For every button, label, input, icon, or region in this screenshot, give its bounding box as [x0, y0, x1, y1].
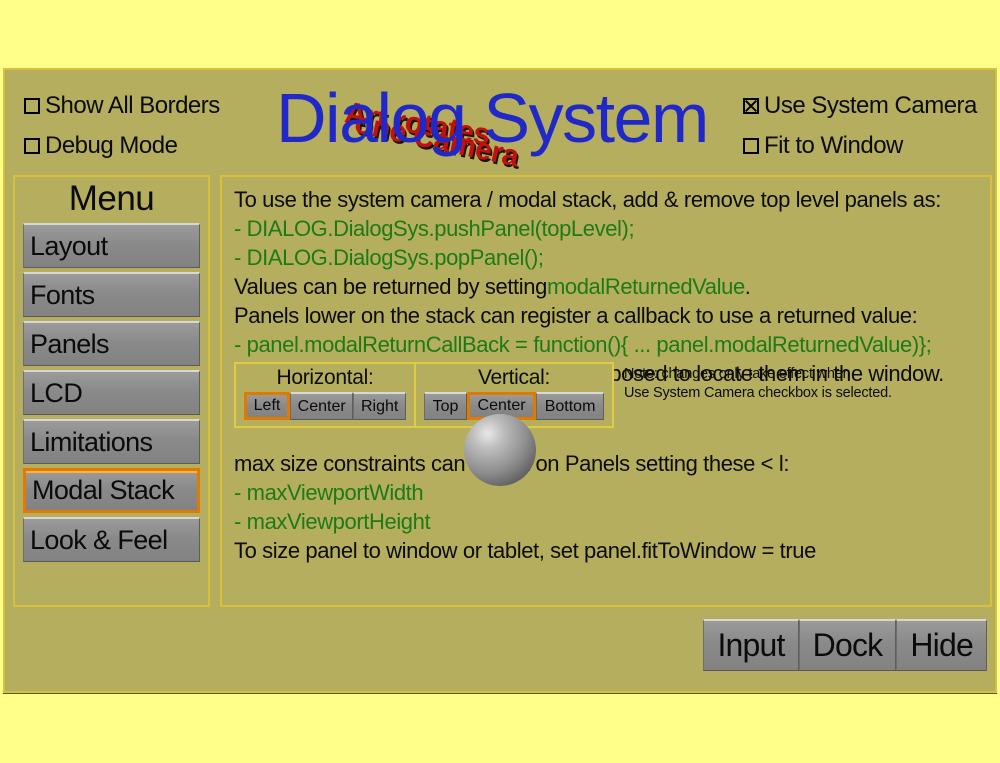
- sidebar-item-layout[interactable]: Layout: [23, 223, 200, 268]
- align-bottom-button[interactable]: Bottom: [536, 392, 604, 420]
- sidebar-item-label: Limitations: [30, 426, 153, 457]
- content-line-3: - DIALOG.DialogSys.popPanel();: [234, 245, 544, 270]
- sidebar-item-label: Modal Stack: [32, 475, 175, 505]
- checkbox-box-icon: [24, 98, 40, 114]
- checkbox-label: Debug Mode: [45, 132, 178, 159]
- vertical-alignment-options: Top Center Bottom: [424, 392, 604, 420]
- sidebar-item-fonts[interactable]: Fonts: [23, 272, 200, 317]
- sidebar-item-lcd[interactable]: LCD: [23, 370, 200, 415]
- sidebar-item-label: Fonts: [30, 279, 95, 310]
- content-line-11: To size panel to window or tablet, set p…: [234, 538, 816, 563]
- sidebar-item-list: Layout Fonts Panels LCD Limitations Moda…: [15, 223, 208, 562]
- alignment-note-line-2: Use System Camera checkbox is selected.: [624, 385, 892, 401]
- title-group: Dialog System Art rotates one Camera: [260, 78, 750, 173]
- dock-button[interactable]: Dock: [798, 619, 897, 671]
- horizontal-alignment-group: Horizontal: Left Center Right: [234, 362, 416, 428]
- content-line-9: - maxViewportWidth: [234, 480, 424, 505]
- vertical-alignment-group: Vertical: Top Center Bottom: [414, 362, 614, 428]
- checkbox-show-all-borders[interactable]: Show All Borders: [24, 92, 220, 120]
- checkbox-box-checked-icon: [743, 98, 759, 114]
- alignment-controls: Horizontal: Left Center Right Vertical: …: [234, 362, 984, 434]
- horizontal-alignment-title: Horizontal:: [276, 366, 374, 389]
- align-vcenter-button[interactable]: Center: [466, 392, 537, 420]
- alignment-note: Note: changes only take effect when Use …: [624, 365, 892, 403]
- app-root: Show All Borders Debug Mode Dialog Syste…: [0, 0, 1000, 763]
- content-panel: To use the system camera / modal stack, …: [220, 175, 992, 607]
- sidebar-item-label: Panels: [30, 328, 110, 359]
- body-area: Menu Layout Fonts Panels LCD Limitations…: [5, 175, 995, 695]
- checkbox-debug-mode[interactable]: Debug Mode: [24, 132, 178, 160]
- alignment-note-line-1: Note: changes only take effect when: [624, 366, 851, 382]
- vertical-alignment-title: Vertical:: [478, 366, 550, 389]
- sidebar-item-look-and-feel[interactable]: Look & Feel: [23, 517, 200, 562]
- sidebar-title: Menu: [68, 179, 155, 218]
- checkbox-fit-to-window[interactable]: Fit to Window: [743, 132, 903, 160]
- page-title: Dialog System: [276, 79, 709, 157]
- align-hcenter-button[interactable]: Center: [290, 392, 354, 420]
- checkbox-box-icon: [24, 138, 40, 154]
- content-line-5: Panels lower on the stack can register a…: [234, 303, 918, 328]
- sidebar-item-limitations[interactable]: Limitations: [23, 419, 200, 464]
- content-line-6: - panel.modalReturnCallBack = function()…: [234, 332, 932, 357]
- sidebar-item-modal-stack[interactable]: Modal Stack: [23, 468, 200, 513]
- align-left-button[interactable]: Left: [244, 392, 290, 420]
- hide-button[interactable]: Hide: [896, 619, 987, 671]
- content-line-2: - DIALOG.DialogSys.pushPanel(topLevel);: [234, 216, 635, 241]
- checkbox-label: Fit to Window: [764, 132, 903, 159]
- content-line-1: To use the system camera / modal stack, …: [234, 187, 941, 212]
- checkbox-label: Use System Camera: [764, 92, 977, 119]
- sidebar-item-panels[interactable]: Panels: [23, 321, 200, 366]
- checkbox-box-icon: [743, 138, 759, 154]
- header-bar: Show All Borders Debug Mode Dialog Syste…: [5, 70, 995, 175]
- content-line-4-code: modalReturnedValue: [546, 274, 745, 299]
- content-line-4-tail: .: [744, 274, 751, 299]
- footer-bar: Input Dock Hide: [5, 615, 995, 693]
- checkbox-label: Show All Borders: [45, 92, 220, 119]
- content-line-8: max size constraints can be put on Panel…: [234, 451, 790, 476]
- input-button[interactable]: Input: [703, 619, 799, 671]
- sidebar-item-label: Look & Feel: [30, 524, 168, 555]
- checkbox-use-system-camera[interactable]: Use System Camera: [743, 92, 977, 120]
- content-line-4-text: Values can be returned by setting: [234, 274, 547, 299]
- horizontal-alignment-options: Left Center Right: [244, 392, 407, 420]
- content-line-4: Values can be returned by settingmodalRe…: [234, 272, 990, 301]
- dialog-window: Show All Borders Debug Mode Dialog Syste…: [3, 68, 997, 693]
- footer-button-group: Input Dock Hide: [703, 619, 987, 671]
- align-right-button[interactable]: Right: [353, 392, 407, 420]
- align-top-button[interactable]: Top: [424, 392, 467, 420]
- sidebar-menu: Menu Layout Fonts Panels LCD Limitations…: [13, 175, 210, 607]
- sidebar-item-label: Layout: [30, 230, 108, 261]
- sidebar-item-label: LCD: [30, 377, 83, 408]
- content-line-10: - maxViewportHeight: [234, 509, 431, 534]
